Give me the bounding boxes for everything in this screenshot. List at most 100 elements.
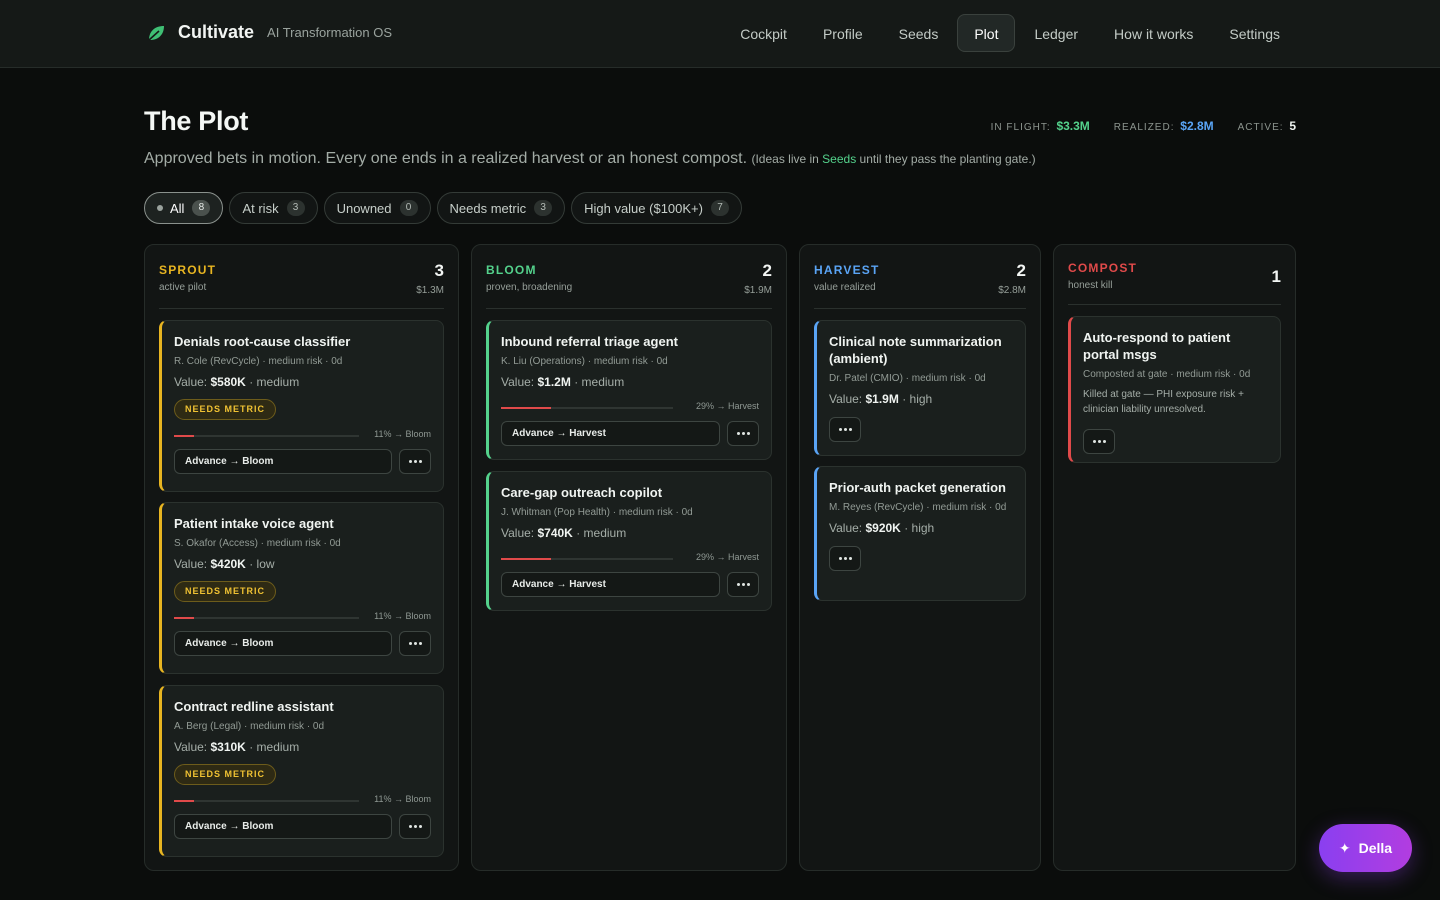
more-button[interactable] [399, 814, 431, 839]
more-button[interactable] [399, 449, 431, 474]
card-title: Patient intake voice agent [174, 516, 334, 531]
column-compost: COMPOST honest kill 1 Auto-respond to pa… [1053, 244, 1296, 871]
brand[interactable]: Cultivate AI Transformation OS [146, 22, 392, 43]
nav-settings[interactable]: Settings [1212, 14, 1297, 52]
card-title: Prior-auth packet generation [829, 480, 1006, 495]
card-value: Value: $1.9M · high [829, 392, 933, 406]
more-button[interactable] [1083, 429, 1115, 454]
card-value: Value: $580K · medium [174, 375, 300, 389]
column-value: $1.9M [744, 285, 772, 296]
more-icon [838, 428, 853, 431]
progress-label: 29% → Harvest [695, 401, 759, 411]
card-actions: Advance → Harvest [501, 421, 759, 446]
advance-button[interactable]: Advance → Harvest [501, 421, 720, 446]
more-icon [736, 432, 751, 435]
card-meta: Composted at gate · medium risk · 0d [1083, 369, 1251, 380]
card-actions [1083, 429, 1268, 454]
needs-metric-badge: NEEDS METRIC [174, 399, 277, 420]
advance-button[interactable]: Advance → Bloom [174, 814, 392, 839]
initiative-card[interactable]: Clinical note summarization (ambient) Dr… [814, 320, 1026, 456]
nav-profile[interactable]: Profile [806, 14, 880, 52]
nav-plot[interactable]: Plot [957, 14, 1016, 52]
stat-in-flight: IN FLIGHT: $3.3M [990, 119, 1090, 133]
progress-label: 11% → Bloom [374, 611, 431, 621]
nav-how-it-works[interactable]: How it works [1097, 14, 1210, 52]
progress: 29% → Harvest [501, 552, 759, 566]
della-assistant-button[interactable]: ✦ Della [1319, 824, 1412, 872]
filter-at-risk[interactable]: At risk 3 [229, 192, 318, 224]
more-button[interactable] [829, 546, 861, 571]
progress-fill [174, 800, 195, 802]
filter-high-value[interactable]: High value ($100K+) 7 [571, 192, 742, 224]
filter-unowned[interactable]: Unowned 0 [323, 192, 431, 224]
della-label: Della [1358, 840, 1393, 856]
card-actions [829, 546, 1013, 571]
advance-button[interactable]: Advance → Harvest [501, 572, 720, 597]
card-meta: S. Okafor (Access) · medium risk · 0d [174, 538, 341, 549]
column-desc: active pilot [159, 282, 207, 293]
card-meta: K. Liu (Operations) · medium risk · 0d [501, 356, 668, 367]
card-title: Denials root-cause classifier [174, 334, 351, 349]
column-value: $1.3M [416, 285, 444, 296]
card-title: Inbound referral triage agent [501, 334, 678, 349]
card-actions: Advance → Bloom [174, 449, 431, 474]
progress-fill [174, 435, 195, 437]
card-title: Contract redline assistant [174, 699, 334, 714]
card-value: Value: $1.2M · medium [501, 375, 625, 389]
stat-realized-value: $2.8M [1180, 119, 1214, 133]
nav-seeds[interactable]: Seeds [882, 14, 956, 52]
initiative-card[interactable]: Prior-auth packet generation M. Reyes (R… [814, 466, 1026, 601]
more-icon [408, 460, 423, 463]
filter-all[interactable]: All 8 [144, 192, 224, 224]
card-meta: M. Reyes (RevCycle) · medium risk · 0d [829, 502, 1007, 513]
seeds-link[interactable]: Seeds [822, 152, 856, 166]
more-button[interactable] [829, 417, 861, 442]
nav-cockpit[interactable]: Cockpit [723, 14, 804, 52]
page-subtitle: Approved bets in motion. Every one ends … [144, 150, 1036, 167]
sparkle-icon: ✦ [1338, 839, 1351, 856]
initiative-card[interactable]: Denials root-cause classifier R. Cole (R… [159, 320, 444, 492]
column-count: 1 [1271, 267, 1281, 286]
card-title: Auto-respond to patient portal msgs [1083, 330, 1231, 362]
column-name: HARVEST [814, 263, 880, 277]
more-button[interactable] [727, 572, 759, 597]
initiative-card[interactable]: Care-gap outreach copilot J. Whitman (Po… [486, 471, 772, 611]
column-desc: proven, broadening [486, 282, 573, 293]
card-meta: J. Whitman (Pop Health) · medium risk · … [501, 507, 693, 518]
initiative-card[interactable]: Inbound referral triage agent K. Liu (Op… [486, 320, 772, 460]
column-desc: value realized [814, 282, 876, 293]
card-value: Value: $920K · high [829, 521, 935, 535]
column-name: SPROUT [159, 263, 217, 277]
more-button[interactable] [399, 631, 431, 656]
advance-button[interactable]: Advance → Bloom [174, 631, 392, 656]
more-button[interactable] [727, 421, 759, 446]
card-actions [829, 417, 1013, 442]
progress-label: 11% → Bloom [374, 794, 431, 804]
initiative-card[interactable]: Auto-respond to patient portal msgs Comp… [1068, 316, 1281, 463]
top-bar: Cultivate AI Transformation OS Cockpit P… [0, 0, 1440, 68]
initiative-card[interactable]: Contract redline assistant A. Berg (Lega… [159, 685, 444, 857]
card-title: Care-gap outreach copilot [501, 485, 663, 500]
card-note: Killed at gate — PHI exposure risk + cli… [1083, 389, 1244, 415]
stat-active: ACTIVE: 5 [1237, 119, 1296, 133]
column-desc: honest kill [1068, 280, 1113, 291]
progress: 11% → Bloom [174, 611, 431, 625]
initiative-card[interactable]: Patient intake voice agent S. Okafor (Ac… [159, 502, 444, 674]
filter-bar: All 8 At risk 3 Unowned 0 Needs metric 3 Hig… [144, 192, 748, 224]
advance-button[interactable]: Advance → Bloom [174, 449, 392, 474]
brand-name: Cultivate [178, 22, 255, 42]
filter-needs-metric[interactable]: Needs metric 3 [436, 192, 566, 224]
card-value: Value: $740K · medium [501, 526, 627, 540]
page-title: The Plot [144, 106, 249, 136]
card-meta: Dr. Patel (CMIO) · medium risk · 0d [829, 373, 986, 384]
card-value: Value: $310K · medium [174, 740, 300, 754]
progress-label: 29% → Harvest [695, 552, 759, 562]
column-name: BLOOM [486, 263, 537, 277]
progress-fill [501, 558, 551, 560]
nav-ledger[interactable]: Ledger [1017, 14, 1095, 52]
column-name: COMPOST [1068, 261, 1138, 275]
more-icon [1092, 440, 1107, 443]
progress-fill [174, 617, 195, 619]
card-actions: Advance → Bloom [174, 814, 431, 839]
column-count: 2 [762, 261, 772, 280]
